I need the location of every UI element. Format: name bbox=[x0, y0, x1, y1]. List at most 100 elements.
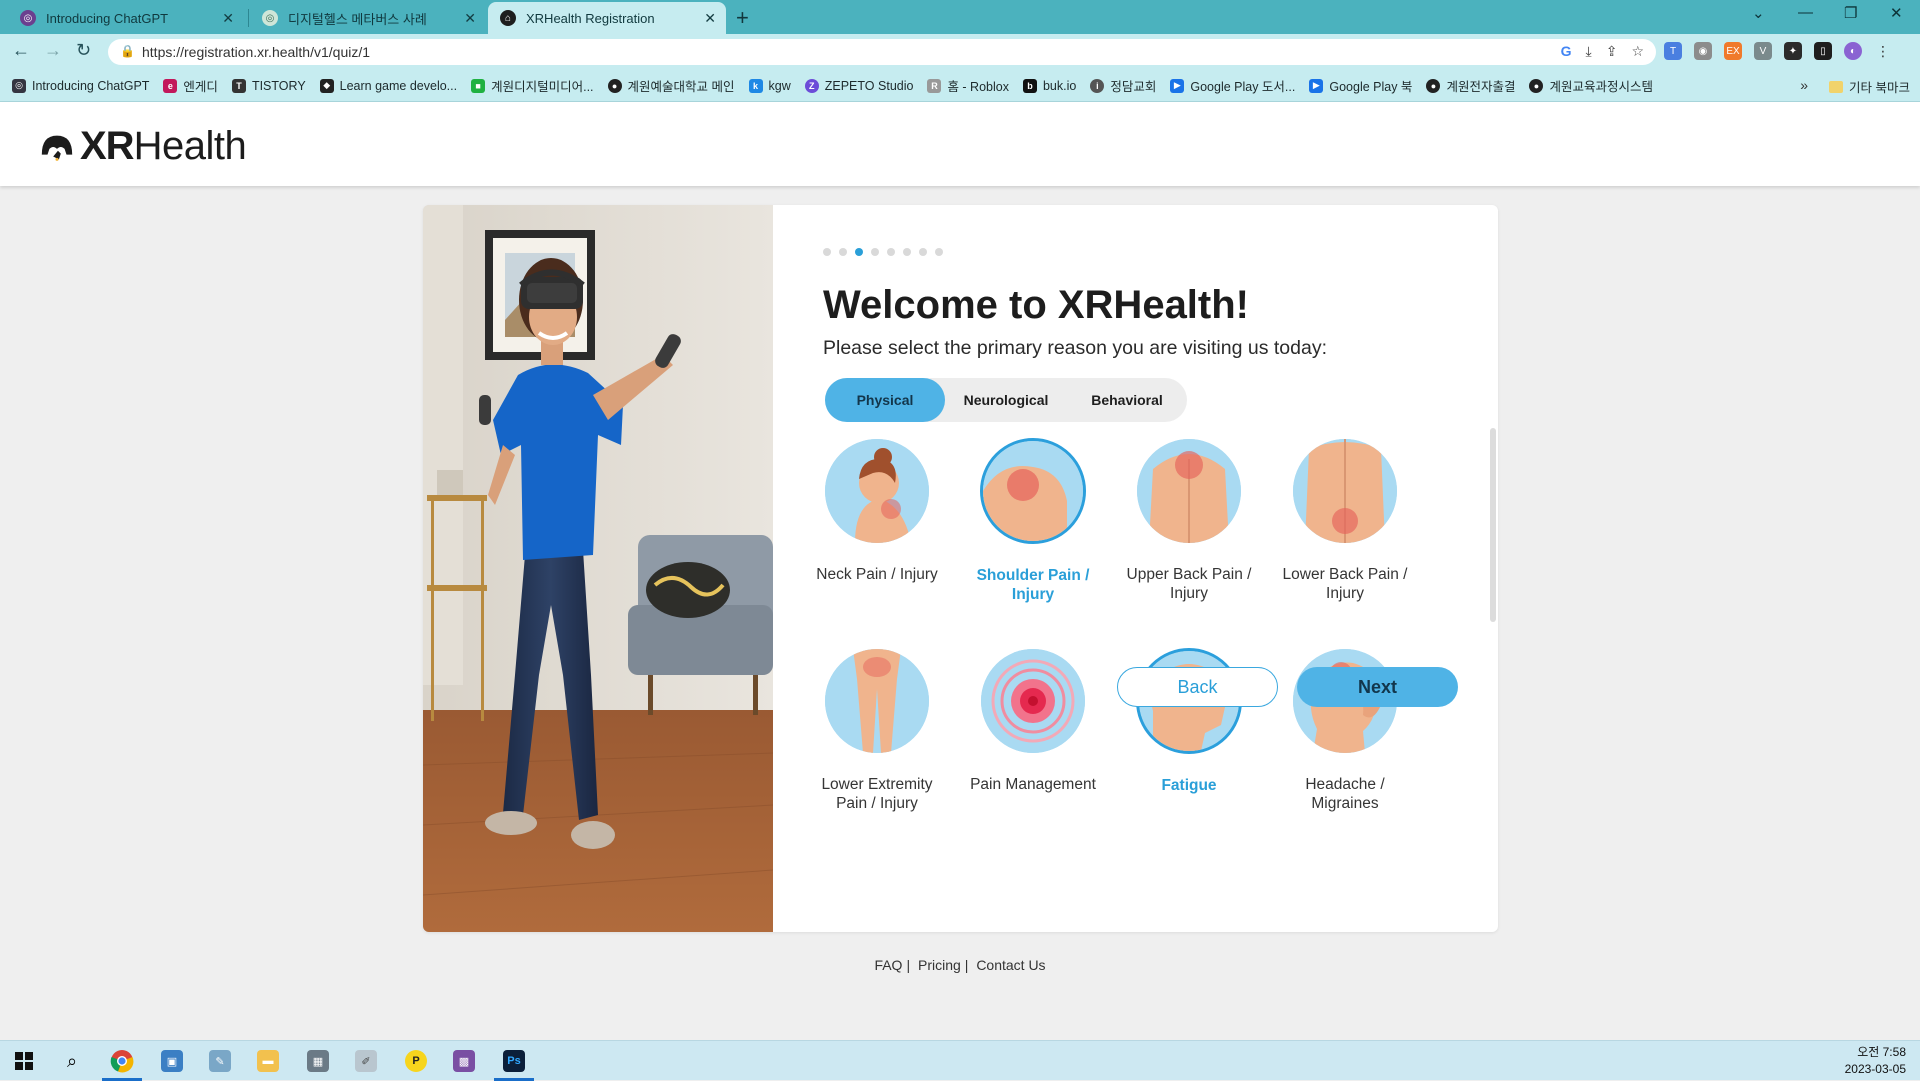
close-icon[interactable]: ✕ bbox=[222, 10, 234, 27]
option-shoulder-pain[interactable]: Shoulder Pain / Injury bbox=[958, 438, 1108, 604]
bookmark-item[interactable]: ● 계원교육과정시스템 bbox=[1529, 76, 1653, 95]
bookmark-item[interactable]: b buk.io bbox=[1022, 78, 1076, 93]
app-icon[interactable]: ▩ bbox=[440, 1041, 488, 1081]
logo-text-light: Health bbox=[133, 124, 247, 168]
search-icon[interactable]: ⌕ bbox=[48, 1041, 96, 1081]
file-explorer-icon[interactable]: ▬ bbox=[244, 1041, 292, 1081]
tistory-icon: T bbox=[231, 78, 246, 93]
close-icon[interactable]: ✕ bbox=[704, 10, 716, 27]
lower-back-pain-icon bbox=[1293, 439, 1397, 543]
bookmarks-overflow-icon[interactable]: » bbox=[1800, 77, 1808, 93]
pricing-link[interactable]: Pricing bbox=[918, 957, 961, 973]
url-text[interactable]: https://registration.xr.health/v1/quiz/1 bbox=[142, 44, 370, 60]
chrome-icon[interactable] bbox=[98, 1041, 146, 1081]
translate-icon[interactable]: T bbox=[1664, 42, 1682, 60]
site-footer: FAQ | Pricing | Contact Us bbox=[0, 957, 1920, 973]
bookmark-item[interactable]: ▶ Google Play 도서... bbox=[1170, 76, 1295, 95]
puzzle-icon[interactable]: ✦ bbox=[1784, 42, 1802, 60]
option-label: Pain Management bbox=[970, 776, 1096, 793]
option-lower-extremity-pain[interactable]: Lower Extremity Pain / Injury bbox=[802, 649, 952, 813]
option-label: Headache / bbox=[1305, 776, 1385, 793]
xrhealth-logo-icon bbox=[41, 135, 73, 161]
progress-dot-current bbox=[855, 248, 863, 256]
faq-link[interactable]: FAQ bbox=[874, 957, 902, 973]
bookmark-item[interactable]: T TISTORY bbox=[231, 78, 306, 93]
tab-digital-health[interactable]: ◎ 디지털헬스 메타버스 사례 ✕ bbox=[250, 2, 486, 34]
bookmark-item[interactable]: ● 계원전자출결 bbox=[1426, 76, 1515, 95]
bookmark-star-icon[interactable]: ☆ bbox=[1631, 43, 1644, 60]
share-icon[interactable]: ⇪ bbox=[1606, 43, 1618, 60]
paint-icon[interactable]: ✐ bbox=[342, 1041, 390, 1081]
other-bookmarks-folder[interactable]: 기타 북마크 bbox=[1829, 77, 1910, 96]
openai-icon: ◎ bbox=[20, 10, 36, 26]
new-tab-button[interactable]: + bbox=[736, 5, 749, 31]
next-button[interactable]: Next bbox=[1297, 667, 1458, 707]
bookmark-item[interactable]: ■ 계원디지털미디어... bbox=[471, 76, 594, 95]
windows-start-icon[interactable] bbox=[0, 1041, 48, 1081]
back-arrow-icon[interactable]: ← bbox=[12, 40, 30, 61]
page-title: Welcome to XRHealth! bbox=[823, 283, 1249, 327]
bookmarks-bar: ◎ Introducing ChatGPT e 엔게디 T TISTORY ◆ Lear… bbox=[0, 70, 1920, 102]
close-icon[interactable]: ✕ bbox=[464, 10, 476, 27]
bookmark-item[interactable]: e 엔게디 bbox=[163, 76, 218, 95]
option-neck-pain[interactable]: Neck Pain / Injury bbox=[802, 439, 952, 584]
tab-separator bbox=[248, 9, 249, 27]
option-pain-management[interactable]: Pain Management bbox=[958, 649, 1108, 794]
bookmark-label: 정담교회 bbox=[1110, 80, 1157, 94]
option-label-line2: Injury bbox=[1170, 585, 1208, 602]
bookmark-item[interactable]: ● 계원예술대학교 메인 bbox=[607, 76, 735, 95]
bookmark-item[interactable]: ◎ Introducing ChatGPT bbox=[12, 78, 149, 93]
logo-text-bold: XR bbox=[80, 124, 135, 168]
options-scrollbar[interactable] bbox=[1490, 428, 1496, 622]
option-upper-back-pain[interactable]: Upper Back Pain / Injury bbox=[1114, 439, 1264, 603]
photoshop-icon[interactable]: Ps bbox=[490, 1041, 538, 1081]
bookmark-label: kgw bbox=[768, 78, 791, 93]
tab-title: XRHealth Registration bbox=[526, 10, 655, 26]
install-icon[interactable]: ⤓ bbox=[1586, 43, 1592, 60]
category-physical[interactable]: Physical bbox=[825, 378, 945, 422]
bookmark-label: 계원전자출결 bbox=[1446, 80, 1516, 94]
footer-separator: | bbox=[906, 957, 911, 973]
bookmark-item[interactable]: ◆ Learn game develo... bbox=[319, 78, 457, 93]
forward-arrow-icon[interactable]: → bbox=[44, 40, 62, 61]
v-extension-icon[interactable]: V bbox=[1754, 42, 1772, 60]
tab-chatgpt[interactable]: ◎ Introducing ChatGPT ✕ bbox=[8, 2, 244, 34]
bookmark-item[interactable]: Z ZEPETO Studio bbox=[804, 78, 913, 93]
zepeto-icon: Z bbox=[804, 78, 819, 93]
restore-icon[interactable]: ❐ bbox=[1844, 4, 1857, 22]
progress-dot bbox=[919, 248, 927, 256]
address-bar[interactable]: 🔒 https://registration.xr.health/v1/quiz… bbox=[108, 39, 1656, 65]
option-lower-back-pain[interactable]: Lower Back Pain / Injury bbox=[1270, 439, 1420, 603]
xrhealth-logo[interactable]: XR Health bbox=[38, 124, 247, 169]
camera-icon[interactable]: ◉ bbox=[1694, 42, 1712, 60]
bookmark-label: 홈 - Roblox bbox=[947, 80, 1009, 94]
bookmark-item[interactable]: k kgw bbox=[748, 78, 791, 93]
progress-dot bbox=[887, 248, 895, 256]
menu-icon[interactable]: ⋮ bbox=[1874, 42, 1892, 60]
tab-xrhealth[interactable]: ⌂ XRHealth Registration ✕ bbox=[488, 2, 726, 34]
category-behavioral[interactable]: Behavioral bbox=[1067, 378, 1187, 422]
category-neurological[interactable]: Neurological bbox=[945, 378, 1067, 422]
google-icon[interactable]: G bbox=[1561, 43, 1572, 60]
minimize-icon[interactable]: — bbox=[1798, 4, 1813, 21]
calculator-icon[interactable]: ▦ bbox=[294, 1041, 342, 1081]
bookmark-label: Google Play 북 bbox=[1329, 80, 1413, 94]
browser-toolbar: ← → ↻ 🔒 https://registration.xr.health/v… bbox=[0, 34, 1920, 70]
reload-icon[interactable]: ↻ bbox=[76, 40, 91, 61]
shoulder-pain-icon bbox=[980, 438, 1086, 544]
extension-ex-icon[interactable]: EX bbox=[1724, 42, 1742, 60]
bookmark-item[interactable]: i 정담교회 bbox=[1090, 76, 1156, 95]
window-close-icon[interactable]: ✕ bbox=[1890, 4, 1903, 22]
tab-search-icon[interactable]: ⌄ bbox=[1752, 4, 1765, 22]
back-button[interactable]: Back bbox=[1117, 667, 1278, 707]
bookmark-item[interactable]: ▶ Google Play 북 bbox=[1309, 76, 1412, 95]
option-label: Shoulder Pain / bbox=[976, 567, 1090, 584]
control-panel-icon[interactable]: ▣ bbox=[148, 1041, 196, 1081]
contact-link[interactable]: Contact Us bbox=[976, 957, 1045, 973]
system-clock[interactable]: 오전 7:58 2023-03-05 bbox=[1845, 1044, 1906, 1078]
kakaotalk-icon[interactable]: P bbox=[392, 1041, 440, 1081]
notepad-icon[interactable]: ✎ bbox=[196, 1041, 244, 1081]
side-panel-icon[interactable]: ▯ bbox=[1814, 42, 1832, 60]
profile-avatar[interactable]: ◐ bbox=[1844, 42, 1862, 60]
bookmark-item[interactable]: R 홈 - Roblox bbox=[927, 76, 1009, 95]
